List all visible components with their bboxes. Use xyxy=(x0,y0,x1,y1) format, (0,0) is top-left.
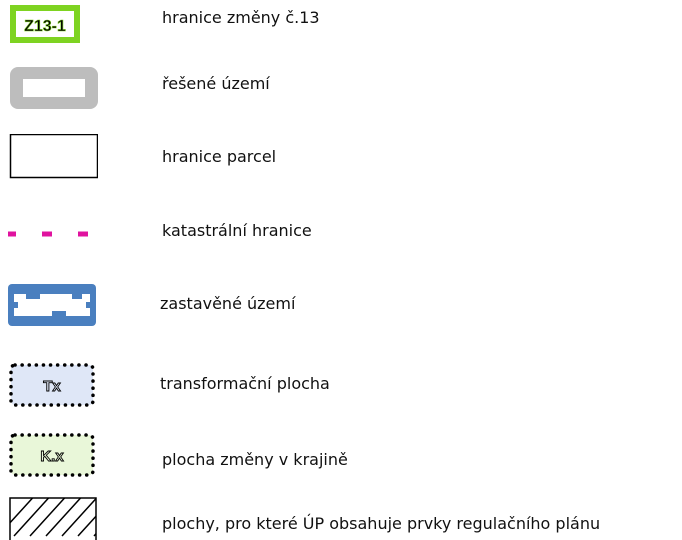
legend-label: hranice změny č.13 xyxy=(162,8,320,27)
legend-label: plocha změny v krajině xyxy=(162,450,348,469)
parcel-boundary-symbol xyxy=(8,134,98,194)
legend-item-built-up-area: zastavěné území xyxy=(0,282,682,342)
transformation-code-text: Tx xyxy=(43,378,61,395)
solved-area-symbol xyxy=(8,62,98,122)
legend-item-landscape-change-area: K.x plocha změny v krajině xyxy=(0,432,682,492)
landscape-change-symbol: K.x xyxy=(8,432,98,492)
legend-label: řešené území xyxy=(162,74,270,93)
transformation-area-symbol: Tx xyxy=(8,362,98,422)
built-up-area-symbol xyxy=(8,282,98,342)
legend-item-change-boundary: Z13-1 hranice změny č.13 xyxy=(0,0,682,60)
legend-item-solved-area: řešené území xyxy=(0,62,682,122)
regulatory-plan-symbol xyxy=(8,496,98,540)
legend-label: hranice parcel xyxy=(162,147,277,166)
legend-item-cadastral-boundary: katastrální hranice xyxy=(0,210,682,270)
legend-label: plochy, pro které ÚP obsahuje prvky regu… xyxy=(162,514,601,533)
legend-label: katastrální hranice xyxy=(162,221,312,240)
change-boundary-symbol: Z13-1 xyxy=(8,0,98,60)
legend-item-regulatory-plan-areas: plochy, pro které ÚP obsahuje prvky regu… xyxy=(0,496,682,540)
cadastral-boundary-symbol xyxy=(8,210,98,270)
legend-label: transformační plocha xyxy=(160,374,330,393)
change-code-text: Z13-1 xyxy=(24,18,66,35)
landscape-change-code-text: K.x xyxy=(40,448,64,465)
legend-item-transformation-area: Tx transformační plocha xyxy=(0,362,682,422)
legend-item-parcel-boundary: hranice parcel xyxy=(0,134,682,194)
legend-label: zastavěné území xyxy=(160,294,296,313)
